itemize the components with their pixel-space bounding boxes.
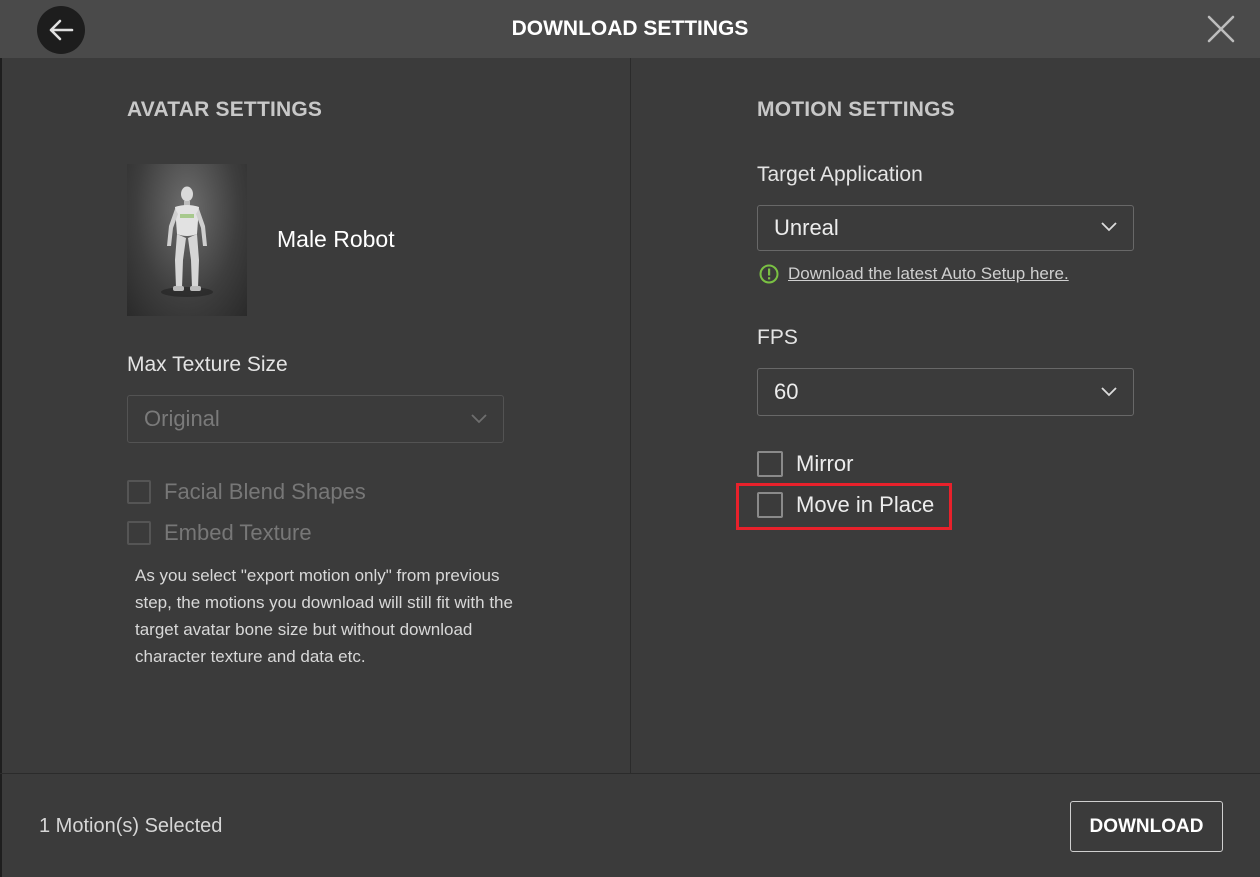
embed-texture-label: Embed Texture [164, 520, 312, 545]
facial-blend-shapes-label: Facial Blend Shapes [164, 479, 366, 504]
motion-settings-title: MOTION SETTINGS [757, 98, 955, 121]
embed-texture-checkbox: Embed Texture [127, 520, 312, 546]
autosetup-link[interactable]: Download the latest Auto Setup here. [788, 264, 1069, 284]
arrow-left-icon [49, 19, 74, 41]
max-texture-size-select: Original [127, 395, 504, 443]
max-texture-size-value: Original [144, 406, 220, 431]
back-button[interactable] [37, 6, 85, 54]
target-application-value: Unreal [774, 215, 839, 240]
target-application-select[interactable]: Unreal [757, 205, 1134, 251]
move-in-place-label: Move in Place [796, 492, 935, 517]
checkbox-box[interactable] [757, 451, 783, 477]
chevron-down-icon [1101, 387, 1117, 397]
robot-figure-icon [161, 186, 213, 297]
checkbox-box [127, 521, 151, 545]
selection-status: 1 Motion(s) Selected [39, 815, 223, 837]
download-button[interactable]: DOWNLOAD [1070, 801, 1223, 852]
avatar-thumbnail [127, 164, 247, 316]
dialog-header [0, 0, 1260, 58]
target-application-label: Target Application [757, 163, 923, 186]
mirror-label: Mirror [796, 451, 854, 476]
avatar-name: Male Robot [277, 226, 395, 252]
export-note: As you select "export motion only" from … [135, 566, 513, 666]
fps-select[interactable]: 60 [757, 368, 1134, 416]
chevron-down-icon [1101, 222, 1117, 232]
checkbox-box [127, 480, 151, 504]
chevron-down-icon [471, 414, 487, 424]
column-divider [630, 58, 631, 773]
mirror-checkbox[interactable]: Mirror [757, 451, 853, 477]
avatar-settings-title: AVATAR SETTINGS [127, 98, 323, 121]
autosetup-row: Download the latest Auto Setup here. [759, 264, 1069, 284]
move-in-place-checkbox[interactable]: Move in Place [757, 492, 934, 518]
info-icon [759, 264, 779, 284]
left-edge [0, 58, 2, 877]
footer-divider [0, 773, 1260, 774]
fps-label: FPS [757, 326, 798, 349]
fps-value: 60 [774, 379, 799, 404]
checkbox-box[interactable] [757, 492, 783, 518]
close-icon [1207, 15, 1235, 43]
max-texture-size-label: Max Texture Size [127, 353, 288, 376]
facial-blend-shapes-checkbox: Facial Blend Shapes [127, 479, 366, 505]
close-button[interactable] [1205, 13, 1237, 45]
